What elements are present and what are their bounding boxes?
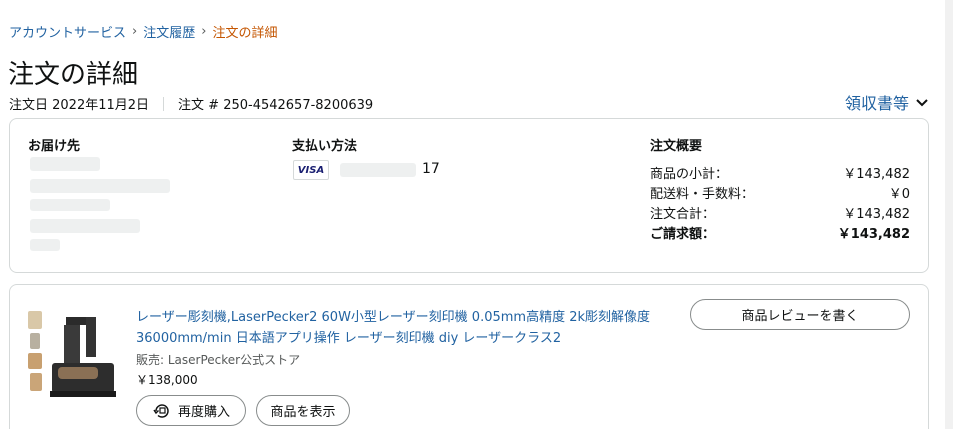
card-last-digits: 17 (422, 161, 440, 177)
rebuy-icon (153, 403, 169, 418)
breadcrumb-account-link[interactable]: アカウントサービス (9, 22, 126, 41)
product-image[interactable] (24, 303, 116, 403)
view-item-button[interactable]: 商品を表示 (256, 395, 350, 426)
shipping-country-redacted (30, 239, 60, 251)
card-number-redacted (340, 163, 416, 177)
shipping-title: お届け先 (28, 139, 81, 154)
shipping-address-redacted (30, 179, 170, 193)
summary-row-shipping: 配送料・手数料： ￥0 (650, 183, 910, 202)
summary-title: 注文概要 (650, 139, 703, 154)
buy-again-label: 再度購入 (177, 405, 230, 420)
summary-row-billed: ご請求額： ￥143,482 (650, 223, 910, 242)
chevron-down-icon (916, 99, 928, 107)
receipt-label: 領収書等 (844, 94, 909, 113)
seller-label: 販売: LaserPecker公式ストア (136, 353, 301, 367)
item-price: ￥138,000 (136, 373, 198, 387)
shipping-address-redacted (30, 219, 140, 233)
breadcrumb-order-history-link[interactable]: 注文履歴 (143, 22, 195, 41)
summary-label: ご請求額： (650, 227, 716, 242)
breadcrumb: アカウントサービス › 注文履歴 › 注文の詳細 (9, 22, 277, 41)
product-title-link[interactable]: レーザー彫刻機,LaserPecker2 60W小型レーザー刻印機 0.05mm… (136, 307, 676, 349)
breadcrumb-separator: › (132, 24, 138, 39)
payment-title: 支払い方法 (292, 139, 358, 154)
visa-icon: VISA (293, 160, 329, 180)
meta-divider (163, 96, 165, 111)
breadcrumb-current: 注文の詳細 (212, 26, 278, 41)
shipping-name-redacted (30, 157, 100, 171)
order-meta: 注文日 2022年11月2日 注文 # 250-4542657-8200639 (9, 94, 373, 113)
summary-label: 商品の小計： (650, 167, 729, 182)
summary-row-total: 注文合計： ￥143,482 (650, 203, 910, 222)
write-review-button[interactable]: 商品レビューを書く (690, 299, 910, 330)
scrollbar[interactable] (945, 0, 953, 429)
summary-label: 配送料・手数料： (650, 187, 755, 202)
summary-value: ￥143,482 (837, 227, 910, 242)
order-summary-card: お届け先 支払い方法 VISA 17 注文概要 商品の小計： ￥143,482 … (9, 118, 929, 273)
breadcrumb-separator: › (201, 24, 207, 39)
order-item-card: レーザー彫刻機,LaserPecker2 60W小型レーザー刻印機 0.05mm… (9, 284, 929, 429)
buy-again-button[interactable]: 再度購入 (136, 395, 246, 426)
summary-value: ￥143,482 (843, 167, 910, 182)
summary-label: 注文合計： (650, 207, 716, 222)
page-title: 注文の詳細 (8, 60, 139, 90)
summary-value: ￥0 (888, 187, 910, 202)
order-date: 注文日 2022年11月2日 (9, 98, 150, 113)
shipping-address-redacted (30, 199, 110, 211)
summary-value: ￥143,482 (843, 207, 910, 222)
summary-row-subtotal: 商品の小計： ￥143,482 (650, 163, 910, 182)
order-number: 注文 # 250-4542657-8200639 (178, 98, 374, 113)
receipt-dropdown[interactable]: 領収書等 (845, 90, 929, 114)
